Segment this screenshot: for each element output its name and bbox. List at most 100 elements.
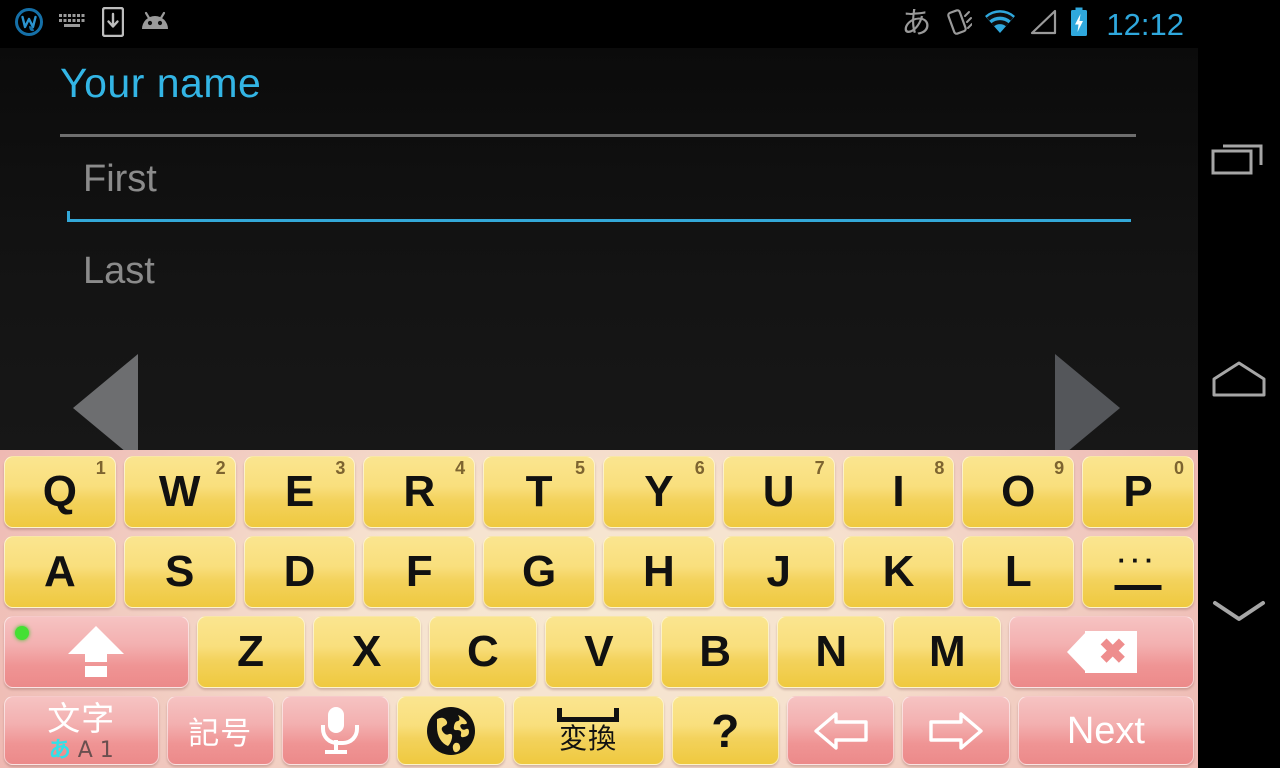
key-a[interactable]: A [4,536,116,608]
system-navigation-bar[interactable] [1198,0,1280,768]
key-l[interactable]: L [962,536,1075,608]
status-bar[interactable]: あ 12:12 [0,0,1198,48]
key-g-label: G [521,547,557,596]
cursor-right-key[interactable] [902,696,1010,765]
language-switch-key[interactable] [397,696,505,765]
voice-input-key[interactable] [281,696,390,765]
key-r-number: 4 [455,458,466,478]
key-k-label: K [882,547,915,596]
key-a-label: A [44,547,76,596]
key-o-number: 9 [1054,458,1065,478]
page-title: Your name [60,60,262,106]
home-button[interactable] [1198,340,1280,422]
character-mode-kana-active: あ [48,737,71,763]
key-s-label: S [165,547,195,596]
key-v[interactable]: V [544,616,654,688]
key-z[interactable]: Z [196,616,305,688]
app-notification-icon [14,7,44,42]
key-e-number: 3 [335,458,346,478]
keyboard-row-3: Z X C V B N M ✖ [0,613,1198,691]
home-icon [1211,359,1267,404]
key-h[interactable]: H [602,536,715,608]
next-arrow-button[interactable] [1055,354,1120,450]
key-g[interactable]: G [483,536,595,608]
arrow-right-icon [925,709,987,753]
keyboard-row-2: A S D F G H J K L ··· [0,533,1198,611]
key-e-label: E [284,467,315,516]
question-mark-key[interactable]: ? [671,696,779,765]
key-f[interactable]: F [363,536,476,608]
status-bar-clock: 12:12 [1106,6,1184,42]
key-f-label: F [405,547,433,596]
key-v-label: V [584,627,614,676]
question-mark-label: ? [711,704,740,757]
convert-label: 変換 [559,722,618,755]
key-y[interactable]: 6Y [602,456,715,528]
software-keyboard[interactable]: 1Q 2W 3E 4R 5T 6Y 7U 8I 9O 0P A S D F G … [0,450,1198,768]
next-key[interactable]: Next [1017,696,1195,765]
key-c[interactable]: C [428,616,537,688]
character-mode-key[interactable]: 文字 あ A 1 [4,696,159,765]
key-t[interactable]: 5T [483,456,595,528]
hide-keyboard-button[interactable] [1198,572,1280,654]
key-y-number: 6 [694,458,705,478]
keyboard-row-4: 文字 あ A 1 記号 変換 ? Next [0,693,1198,768]
key-j[interactable]: J [722,536,835,608]
keyboard-icon [58,11,88,38]
ime-indicator-icon: あ [901,6,932,41]
key-o[interactable]: 9O [962,456,1075,528]
signal-icon [1028,9,1058,40]
key-long-vowel-dash[interactable]: ··· [1082,536,1194,608]
symbols-key[interactable]: 記号 [166,696,274,765]
key-s[interactable]: S [123,536,236,608]
shift-arrow-icon [68,626,125,678]
recents-icon [1211,138,1267,185]
dash-key-dots: ··· [1117,545,1159,575]
last-name-placeholder: Last [83,250,155,292]
globe-icon [425,705,477,757]
key-q[interactable]: 1Q [4,456,116,528]
recents-button[interactable] [1198,120,1280,202]
key-m-label: M [929,627,966,676]
space-convert-key[interactable]: 変換 [512,696,664,765]
key-h-label: H [642,547,675,596]
shift-key[interactable] [4,616,189,688]
first-name-field[interactable]: First [67,156,1131,222]
key-y-label: Y [644,467,674,516]
key-d[interactable]: D [243,536,356,608]
key-u-number: 7 [814,458,825,478]
form-area: Your name First Last [0,48,1198,450]
key-k[interactable]: K [842,536,955,608]
key-t-number: 5 [574,458,585,478]
key-x[interactable]: X [312,616,421,688]
backspace-key[interactable]: ✖ [1009,616,1194,688]
key-e[interactable]: 3E [243,456,356,528]
previous-arrow-button[interactable] [73,354,138,450]
key-p[interactable]: 0P [1082,456,1194,528]
download-to-device-icon [101,6,125,42]
cursor-left-key[interactable] [786,696,895,765]
key-n-label: N [815,627,848,676]
space-bracket-icon [557,708,620,722]
key-u[interactable]: 7U [722,456,835,528]
key-t-label: T [525,467,553,516]
key-i-label: I [892,467,905,516]
title-divider [60,134,1136,137]
wifi-icon [983,9,1017,40]
last-name-field[interactable]: Last [67,248,1131,314]
key-z-label: Z [237,627,265,676]
key-i[interactable]: 8I [842,456,955,528]
key-r[interactable]: 4R [363,456,476,528]
next-key-label: Next [1066,709,1145,752]
key-w[interactable]: 2W [123,456,236,528]
battery-charging-icon [1069,7,1089,42]
symbols-key-label: 記号 [188,716,253,752]
key-p-number: 0 [1173,458,1184,478]
key-o-label: O [1001,467,1036,516]
key-m[interactable]: M [893,616,1002,688]
key-n[interactable]: N [777,616,886,688]
key-w-label: W [158,467,201,516]
key-c-label: C [466,627,499,676]
keyboard-row-1: 1Q 2W 3E 4R 5T 6Y 7U 8I 9O 0P [0,453,1198,531]
key-b[interactable]: B [661,616,770,688]
